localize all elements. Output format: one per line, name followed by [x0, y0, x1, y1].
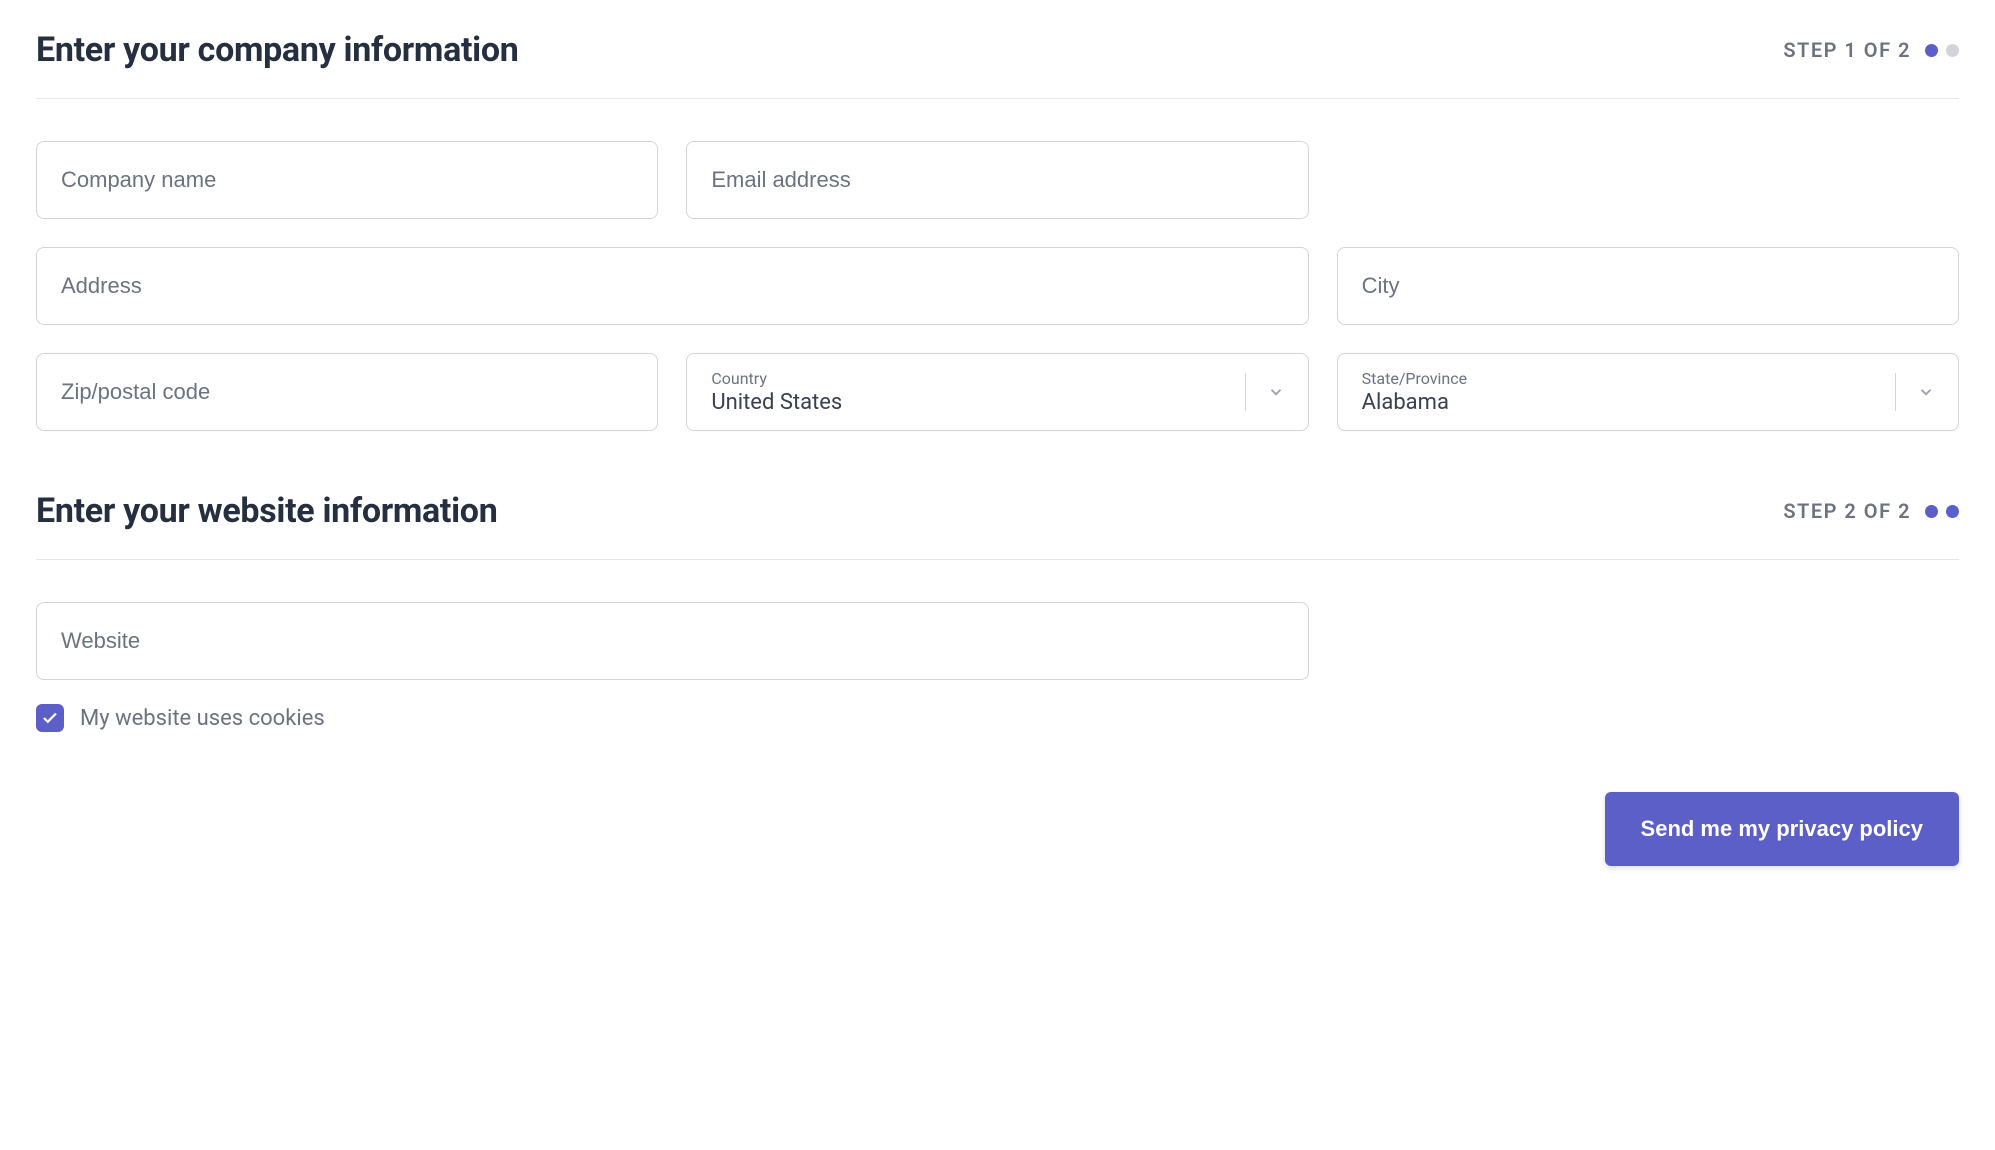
country-select[interactable]: Country United States	[686, 353, 1308, 431]
country-value: United States	[711, 390, 1283, 415]
step-label: STEP 2 OF 2	[1783, 499, 1911, 523]
section-header: Enter your website information STEP 2 OF…	[36, 491, 1959, 560]
chevron-down-icon	[1266, 382, 1286, 402]
select-divider	[1245, 373, 1246, 411]
cookies-checkbox-row: My website uses cookies	[36, 704, 1959, 732]
address-wrapper	[36, 247, 1309, 325]
spacer	[1337, 141, 1959, 219]
company-name-wrapper	[36, 141, 658, 219]
select-divider	[1895, 373, 1896, 411]
city-wrapper	[1337, 247, 1959, 325]
form-grid	[36, 602, 1959, 680]
step-label: STEP 1 OF 2	[1783, 38, 1911, 62]
section-title: Enter your website information	[36, 491, 497, 531]
city-input[interactable]	[1337, 247, 1959, 325]
step-dots	[1925, 44, 1959, 57]
company-name-input[interactable]	[36, 141, 658, 219]
step-dot-2	[1946, 44, 1959, 57]
form-grid: Country United States State/Province Ala…	[36, 141, 1959, 431]
state-value: Alabama	[1362, 390, 1934, 415]
cookies-checkbox-label: My website uses cookies	[80, 706, 325, 731]
step-dot-2	[1946, 505, 1959, 518]
step-dot-1	[1925, 505, 1938, 518]
chevron-down-icon	[1916, 382, 1936, 402]
state-label: State/Province	[1362, 369, 1934, 388]
step-dots	[1925, 505, 1959, 518]
step-indicator: STEP 1 OF 2	[1783, 38, 1959, 62]
submit-row: Send me my privacy policy	[36, 792, 1959, 866]
submit-button[interactable]: Send me my privacy policy	[1605, 792, 1959, 866]
step-dot-1	[1925, 44, 1938, 57]
website-input[interactable]	[36, 602, 1309, 680]
email-input[interactable]	[686, 141, 1308, 219]
step-indicator: STEP 2 OF 2	[1783, 499, 1959, 523]
zip-wrapper	[36, 353, 658, 431]
company-info-section: Enter your company information STEP 1 OF…	[36, 30, 1959, 431]
check-icon	[41, 709, 59, 727]
country-label: Country	[711, 369, 1283, 388]
email-wrapper	[686, 141, 1308, 219]
website-wrapper	[36, 602, 1309, 680]
section-header: Enter your company information STEP 1 OF…	[36, 30, 1959, 99]
website-info-section: Enter your website information STEP 2 OF…	[36, 491, 1959, 866]
state-select[interactable]: State/Province Alabama	[1337, 353, 1959, 431]
section-title: Enter your company information	[36, 30, 519, 70]
zip-input[interactable]	[36, 353, 658, 431]
address-input[interactable]	[36, 247, 1309, 325]
cookies-checkbox[interactable]	[36, 704, 64, 732]
